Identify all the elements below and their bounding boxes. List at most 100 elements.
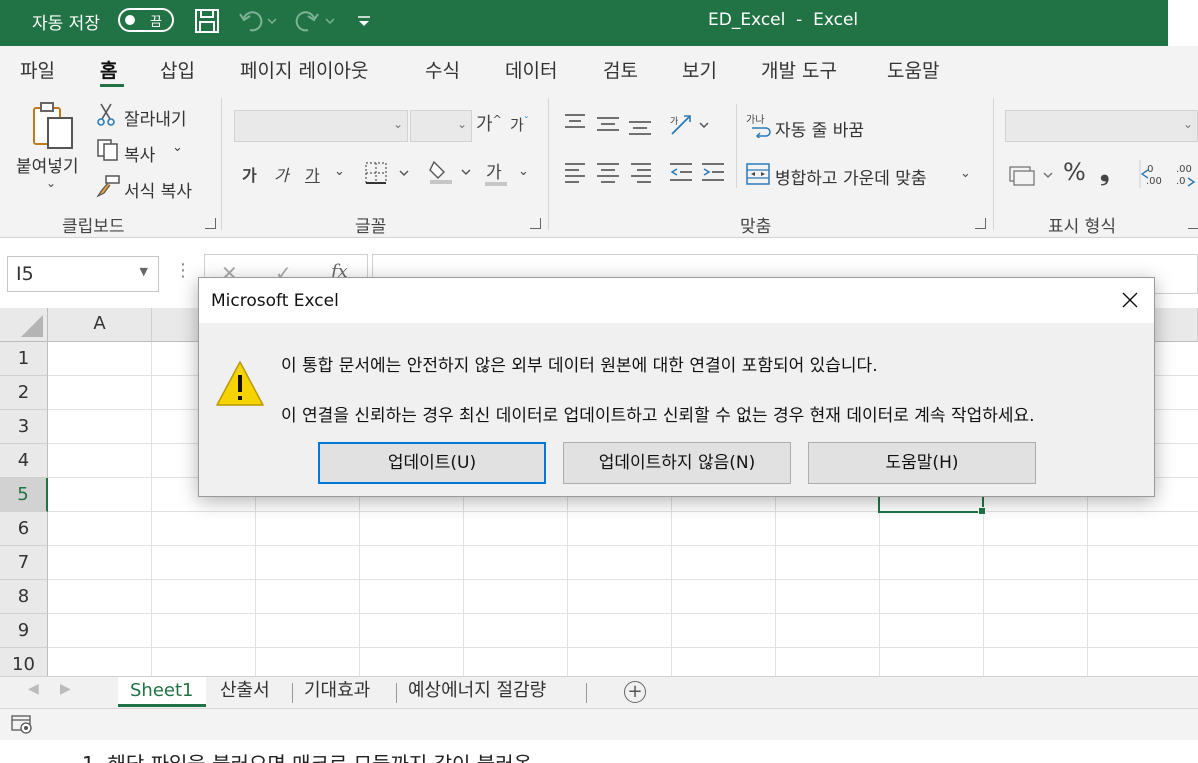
copy-icon[interactable] xyxy=(96,138,120,167)
tab-formulas[interactable]: 수식 xyxy=(425,56,460,83)
scroll-left-icon[interactable]: ◀ xyxy=(28,681,39,697)
copy-button[interactable]: 복사 xyxy=(124,141,155,166)
undo-icon[interactable] xyxy=(238,8,278,36)
window-title: ED_Excel - Excel xyxy=(708,10,859,30)
autosave-toggle[interactable]: 끔 xyxy=(118,8,174,32)
chevron-down-icon: ⌄ xyxy=(456,117,467,131)
comma-button[interactable]: ❟ xyxy=(1100,158,1109,186)
sheet-tab[interactable]: 산출서 xyxy=(220,677,270,707)
underline-dropdown-icon[interactable]: ⌄ xyxy=(334,164,345,179)
add-sheet-button[interactable]: + xyxy=(624,681,646,703)
group-separator xyxy=(548,98,549,230)
tab-file[interactable]: 파일 xyxy=(20,56,55,83)
font-launcher-icon[interactable] xyxy=(530,218,541,229)
warning-icon xyxy=(215,360,265,412)
clipboard-launcher-icon[interactable] xyxy=(205,218,216,229)
number-format-combo[interactable]: ⌄ xyxy=(1005,110,1198,142)
number-launcher-icon[interactable] xyxy=(1188,218,1198,229)
percent-button[interactable]: % xyxy=(1063,158,1086,186)
row-header[interactable]: 4 xyxy=(0,444,48,478)
macro-record-icon[interactable] xyxy=(10,713,34,740)
row-header[interactable]: 9 xyxy=(0,614,48,648)
merge-center-icon[interactable] xyxy=(746,162,770,191)
cut-button[interactable]: 잘라내기 xyxy=(124,105,187,130)
row-header[interactable]: 1 xyxy=(0,342,48,376)
sheet-tab-sheet1[interactable]: Sheet1 xyxy=(118,677,206,707)
row-header[interactable]: 8 xyxy=(0,580,48,614)
redo-icon[interactable] xyxy=(294,8,336,36)
tab-home[interactable]: 홈 xyxy=(100,56,117,83)
format-painter-button[interactable]: 서식 복사 xyxy=(124,177,192,202)
row-header[interactable]: 6 xyxy=(0,512,48,546)
status-bar xyxy=(0,708,1198,740)
paste-button[interactable]: 붙여넣기 xyxy=(16,152,79,177)
underline-button[interactable]: 가 xyxy=(305,162,320,186)
merge-dropdown-icon[interactable]: ⌄ xyxy=(960,166,971,181)
grow-font-button[interactable]: 가^ xyxy=(476,110,502,136)
decimal-adjust-icon[interactable]: .0.00.00.0 xyxy=(1136,160,1198,193)
orientation-icon[interactable]: 가 xyxy=(668,112,712,143)
font-color-button[interactable]: 가 xyxy=(486,158,502,183)
bold-button[interactable]: 가 xyxy=(242,162,257,186)
tab-view[interactable]: 보기 xyxy=(682,56,717,83)
group-separator xyxy=(221,98,222,230)
wrap-text-icon[interactable]: 가나 xyxy=(746,112,772,143)
sheet-separator xyxy=(586,683,587,703)
font-size-combo[interactable]: ⌄ xyxy=(410,110,472,142)
row-header-selected[interactable]: 5 xyxy=(0,478,48,512)
column-header[interactable]: A xyxy=(48,308,152,342)
merge-center-button[interactable]: 병합하고 가운데 맞춤 xyxy=(775,164,927,189)
alignment-launcher-icon[interactable] xyxy=(975,218,986,229)
tab-help[interactable]: 도움말 xyxy=(887,56,939,83)
ribbon: 붙여넣기 ⌄ 잘라내기 복사 ⌄ 서식 복사 클립보드 ⌄ ⌄ 가^ 가ˇ 가 … xyxy=(0,96,1198,238)
toggle-knob xyxy=(125,15,135,25)
paste-icon[interactable] xyxy=(30,100,78,156)
tab-developer[interactable]: 개발 도구 xyxy=(761,56,837,83)
align-top-icon[interactable] xyxy=(565,112,655,143)
align-left-icon[interactable] xyxy=(565,160,655,191)
tab-data[interactable]: 데이터 xyxy=(505,56,557,83)
update-button[interactable]: 업데이트(U) xyxy=(318,442,546,484)
dont-update-button[interactable]: 업데이트하지 않음(N) xyxy=(563,442,791,484)
italic-button[interactable]: 가 xyxy=(274,162,289,186)
accounting-format-icon[interactable] xyxy=(1008,162,1056,193)
cut-icon[interactable] xyxy=(96,102,116,131)
more-options-icon[interactable]: ⋮ xyxy=(174,260,192,281)
row-header[interactable]: 3 xyxy=(0,410,48,444)
chevron-down-icon: ⌄ xyxy=(392,117,403,131)
ribbon-tabs: 파일 홈 삽입 페이지 레이아웃 수식 데이터 검토 보기 개발 도구 도움말 xyxy=(0,46,1198,96)
shrink-font-label: 가 xyxy=(510,116,524,134)
autosave-label: 자동 저장 xyxy=(32,14,100,34)
gridline xyxy=(48,579,1198,580)
copy-dropdown-icon[interactable]: ⌄ xyxy=(172,140,183,155)
tab-insert[interactable]: 삽입 xyxy=(160,56,195,83)
customize-toolbar-icon[interactable] xyxy=(356,8,372,36)
sheet-tab[interactable]: 기대효과 xyxy=(304,677,370,707)
save-icon[interactable] xyxy=(194,8,220,36)
fill-color-icon[interactable] xyxy=(428,158,476,191)
tab-review[interactable]: 검토 xyxy=(603,56,638,83)
sheet-tab[interactable]: 예상에너지 절감량 xyxy=(408,677,546,707)
row-header[interactable]: 7 xyxy=(0,546,48,580)
name-box[interactable]: I5 ▼ xyxy=(7,256,159,292)
group-separator xyxy=(993,98,994,230)
font-group-label: 글꼴 xyxy=(355,217,387,237)
format-painter-icon[interactable] xyxy=(96,174,122,203)
font-name-combo[interactable]: ⌄ xyxy=(234,110,408,142)
window-control-area[interactable] xyxy=(1168,0,1198,46)
wrap-text-button[interactable]: 자동 줄 바꿈 xyxy=(775,116,864,141)
borders-icon[interactable] xyxy=(364,160,412,191)
close-icon[interactable] xyxy=(1117,287,1143,313)
select-all-button[interactable] xyxy=(0,308,48,342)
autosave-state: 끔 xyxy=(150,15,162,30)
paste-dropdown-icon[interactable]: ⌄ xyxy=(46,176,56,190)
shrink-font-button[interactable]: 가ˇ xyxy=(510,114,529,135)
help-button[interactable]: 도움말(H) xyxy=(808,442,1036,484)
row-header[interactable]: 2 xyxy=(0,376,48,410)
tab-page-layout[interactable]: 페이지 레이아웃 xyxy=(240,56,368,83)
scroll-right-icon[interactable]: ▶ xyxy=(60,681,71,697)
row-header[interactable]: 10 xyxy=(0,648,48,676)
indent-icon[interactable] xyxy=(668,160,728,191)
font-color-dropdown-icon[interactable]: ⌄ xyxy=(518,164,529,179)
svg-text:.00: .00 xyxy=(1146,176,1162,187)
